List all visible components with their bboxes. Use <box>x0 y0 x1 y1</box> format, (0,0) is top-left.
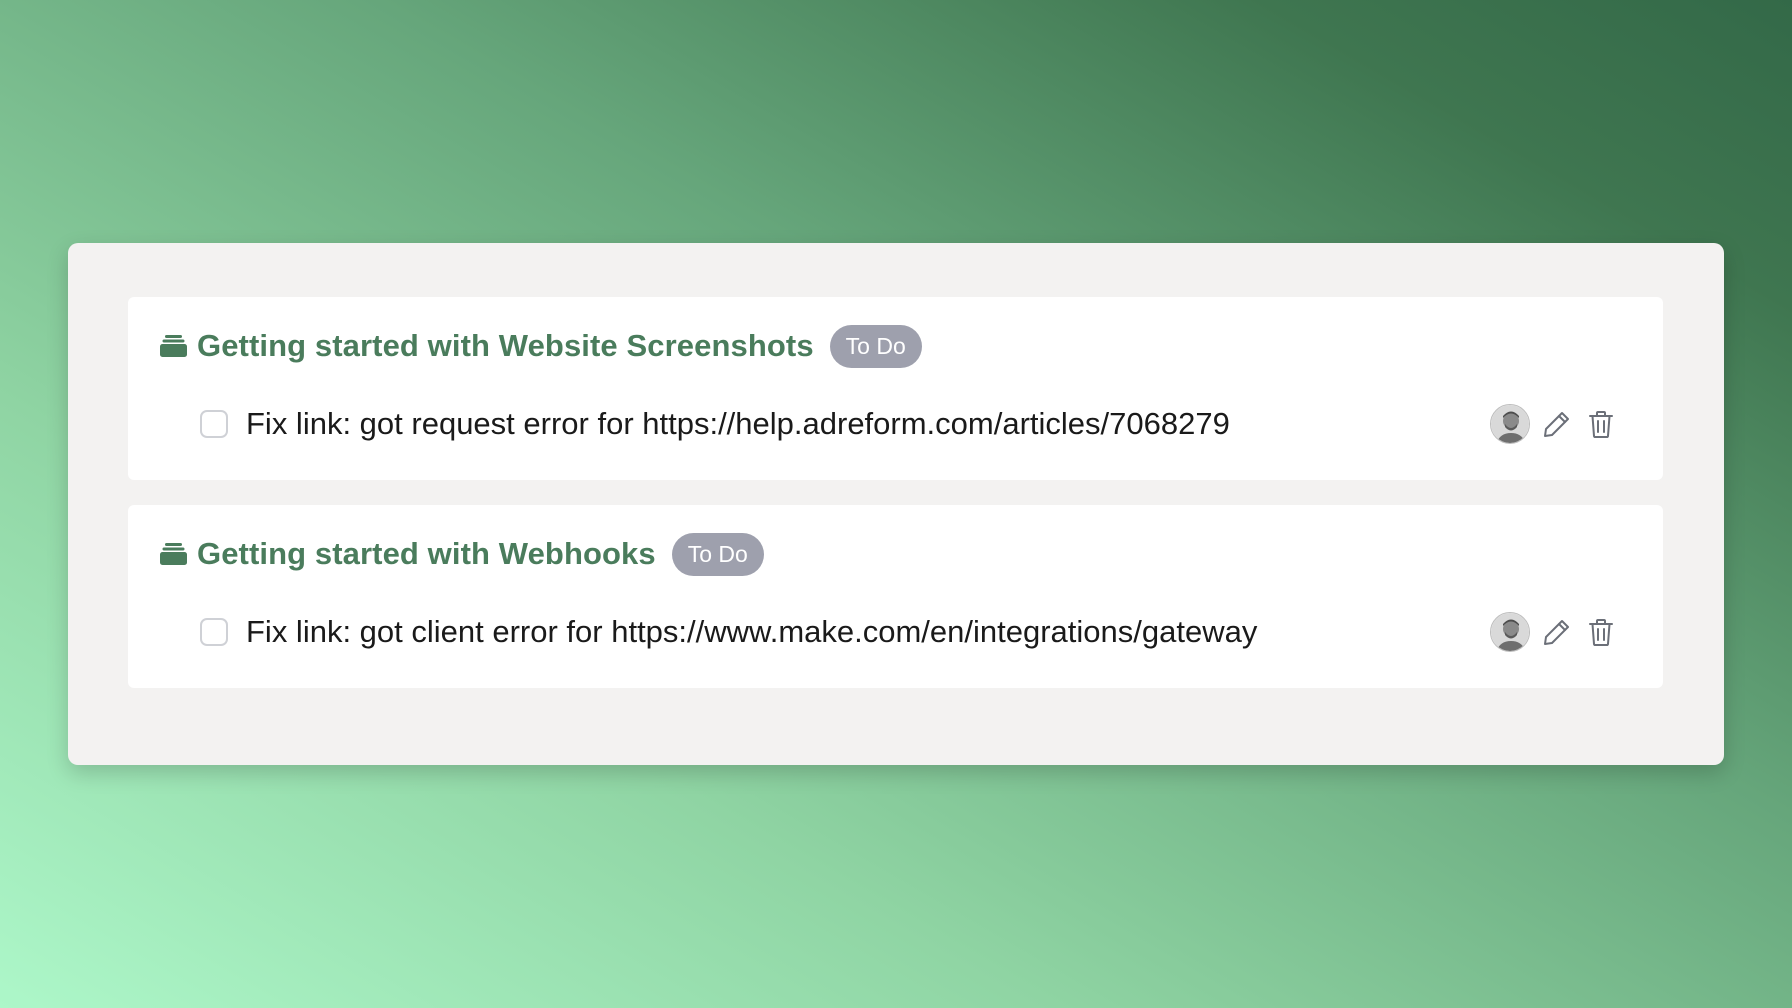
avatar[interactable] <box>1490 612 1530 652</box>
project-card: Getting started with Website Screenshots… <box>128 297 1663 480</box>
task-text[interactable]: Fix link: got client error for https://w… <box>246 614 1490 650</box>
pencil-icon[interactable] <box>1541 616 1573 648</box>
pencil-icon[interactable] <box>1541 408 1573 440</box>
trash-icon[interactable] <box>1587 408 1615 440</box>
project-card: Getting started with Webhooks To Do Fix … <box>128 505 1663 688</box>
project-header: Getting started with Website Screenshots… <box>160 324 922 368</box>
task-text[interactable]: Fix link: got request error for https://… <box>246 406 1490 442</box>
task-checkbox[interactable] <box>200 410 228 438</box>
task-actions <box>1490 612 1615 652</box>
project-panel: Getting started with Website Screenshots… <box>68 243 1724 765</box>
trash-icon[interactable] <box>1587 616 1615 648</box>
task-row: Fix link: got request error for https://… <box>200 400 1615 448</box>
avatar[interactable] <box>1490 404 1530 444</box>
status-badge[interactable]: To Do <box>671 532 764 576</box>
project-title[interactable]: Getting started with Website Screenshots <box>197 328 814 364</box>
task-checkbox[interactable] <box>200 618 228 646</box>
status-badge[interactable]: To Do <box>829 324 922 368</box>
folder-stack-icon <box>160 335 187 357</box>
project-header: Getting started with Webhooks To Do <box>160 532 764 576</box>
project-title[interactable]: Getting started with Webhooks <box>197 536 656 572</box>
task-actions <box>1490 404 1615 444</box>
folder-stack-icon <box>160 543 187 565</box>
task-row: Fix link: got client error for https://w… <box>200 608 1615 656</box>
